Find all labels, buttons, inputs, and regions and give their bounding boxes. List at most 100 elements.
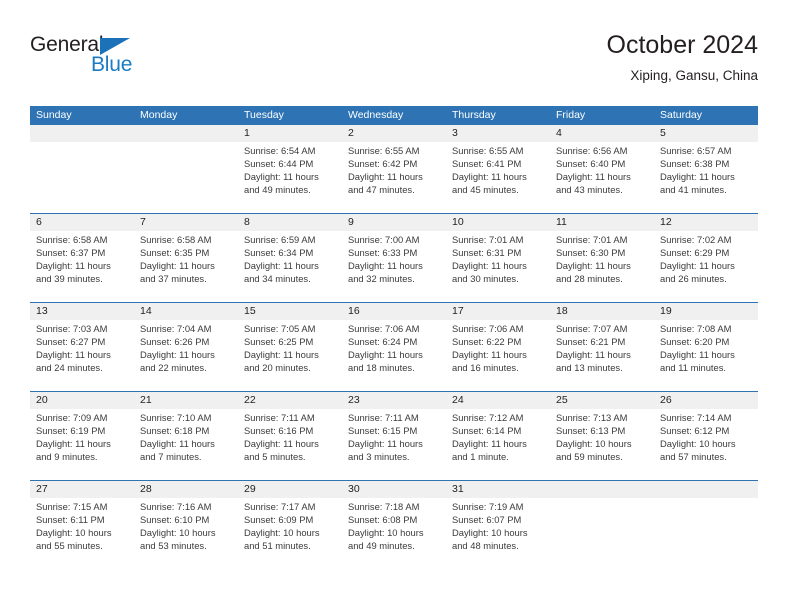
day-cell[interactable]: Sunrise: 7:04 AM Sunset: 6:26 PM Daylight:… xyxy=(134,320,238,391)
day-cell[interactable]: Sunrise: 7:09 AM Sunset: 6:19 PM Daylight:… xyxy=(30,409,134,480)
day-cell[interactable]: Sunrise: 6:54 AM Sunset: 6:44 PM Daylight:… xyxy=(238,142,342,213)
day-number[interactable]: 19 xyxy=(654,303,758,320)
day-number[interactable]: 21 xyxy=(134,392,238,409)
day-number[interactable]: 17 xyxy=(446,303,550,320)
day-detail-line: Sunset: 6:41 PM xyxy=(452,157,522,169)
day-number[interactable]: 31 xyxy=(446,481,550,498)
day-cell[interactable]: Sunrise: 7:07 AM Sunset: 6:21 PM Daylight:… xyxy=(550,320,654,391)
day-number[interactable]: 30 xyxy=(342,481,446,498)
day-number[interactable]: 29 xyxy=(238,481,342,498)
day-number[interactable]: 10 xyxy=(446,214,550,231)
day-detail-line: Sunset: 6:13 PM xyxy=(556,424,626,436)
page-title: October 2024 xyxy=(606,31,759,59)
day-number[interactable]: 18 xyxy=(550,303,654,320)
day-detail-row: Sunrise: 6:54 AM Sunset: 6:44 PM Daylight:… xyxy=(30,142,758,213)
day-number[interactable]: 5 xyxy=(654,125,758,142)
day-detail-line: Sunset: 6:21 PM xyxy=(556,335,626,347)
day-cell[interactable]: Sunrise: 7:15 AM Sunset: 6:11 PM Daylight:… xyxy=(30,498,134,569)
day-number[interactable]: 7 xyxy=(134,214,238,231)
day-number[interactable]: 6 xyxy=(30,214,134,231)
day-number[interactable]: 14 xyxy=(134,303,238,320)
day-detail-line: Sunrise: 7:03 AM xyxy=(36,323,108,334)
day-detail-line: and 39 minutes. xyxy=(36,272,103,284)
day-detail-line: and 32 minutes. xyxy=(348,272,415,284)
day-number[interactable]: 15 xyxy=(238,303,342,320)
general-blue-logo[interactable]: General Blue xyxy=(30,33,170,85)
day-number[interactable]: 22 xyxy=(238,392,342,409)
day-cell[interactable]: Sunrise: 6:57 AM Sunset: 6:38 PM Daylight:… xyxy=(654,142,758,213)
day-cell[interactable]: Sunrise: 7:02 AM Sunset: 6:29 PM Daylight:… xyxy=(654,231,758,302)
day-detail-line: Daylight: 11 hours xyxy=(452,348,527,360)
day-cell[interactable]: Sunrise: 7:19 AM Sunset: 6:07 PM Daylight:… xyxy=(446,498,550,569)
day-cell[interactable]: Sunrise: 7:16 AM Sunset: 6:10 PM Daylight:… xyxy=(134,498,238,569)
day-cell[interactable]: Sunrise: 7:06 AM Sunset: 6:24 PM Daylight:… xyxy=(342,320,446,391)
day-cell[interactable]: Sunrise: 6:58 AM Sunset: 6:37 PM Daylight:… xyxy=(30,231,134,302)
day-cell[interactable]: Sunrise: 7:17 AM Sunset: 6:09 PM Daylight:… xyxy=(238,498,342,569)
day-cell[interactable]: Sunrise: 7:13 AM Sunset: 6:13 PM Daylight:… xyxy=(550,409,654,480)
day-number[interactable]: 16 xyxy=(342,303,446,320)
day-detail-line: Sunset: 6:15 PM xyxy=(348,424,418,436)
day-cell[interactable]: Sunrise: 7:08 AM Sunset: 6:20 PM Daylight:… xyxy=(654,320,758,391)
day-cell[interactable]: Sunrise: 7:12 AM Sunset: 6:14 PM Daylight:… xyxy=(446,409,550,480)
day-detail-line: Sunrise: 7:17 AM xyxy=(244,501,316,512)
day-number[interactable]: 24 xyxy=(446,392,550,409)
day-detail-line: Sunrise: 6:55 AM xyxy=(348,145,420,156)
day-detail-line: Sunset: 6:37 PM xyxy=(36,246,106,258)
day-cell[interactable]: Sunrise: 7:01 AM Sunset: 6:30 PM Daylight:… xyxy=(550,231,654,302)
calendar-page: General Blue October 2024 Xiping, Gansu,… xyxy=(0,0,792,612)
day-detail-line: and 43 minutes. xyxy=(556,183,623,195)
day-detail-line: Daylight: 11 hours xyxy=(348,170,423,182)
day-detail-line: and 57 minutes. xyxy=(660,450,727,462)
calendar-week-row: 13 14 15 16 17 18 19 Sunrise: 7:03 AM Sunset: 6:… xyxy=(30,302,758,391)
day-number[interactable]: 23 xyxy=(342,392,446,409)
day-cell[interactable]: Sunrise: 7:05 AM Sunset: 6:25 PM Daylight:… xyxy=(238,320,342,391)
day-cell[interactable]: Sunrise: 6:55 AM Sunset: 6:41 PM Daylight:… xyxy=(446,142,550,213)
day-number[interactable]: 9 xyxy=(342,214,446,231)
day-cell[interactable]: Sunrise: 6:56 AM Sunset: 6:40 PM Daylight:… xyxy=(550,142,654,213)
day-detail-line: Sunrise: 7:13 AM xyxy=(556,412,628,423)
day-cell[interactable]: Sunrise: 7:14 AM Sunset: 6:12 PM Daylight:… xyxy=(654,409,758,480)
day-cell[interactable]: Sunrise: 6:59 AM Sunset: 6:34 PM Daylight:… xyxy=(238,231,342,302)
day-detail-line: Daylight: 11 hours xyxy=(244,348,319,360)
day-cell[interactable]: Sunrise: 6:58 AM Sunset: 6:35 PM Daylight:… xyxy=(134,231,238,302)
day-cell[interactable]: Sunrise: 7:03 AM Sunset: 6:27 PM Daylight:… xyxy=(30,320,134,391)
day-detail-line: Daylight: 11 hours xyxy=(556,170,631,182)
day-detail-line: Sunset: 6:42 PM xyxy=(348,157,418,169)
day-detail-line: and 37 minutes. xyxy=(140,272,207,284)
day-number[interactable]: 26 xyxy=(654,392,758,409)
day-cell[interactable]: Sunrise: 7:11 AM Sunset: 6:15 PM Daylight:… xyxy=(342,409,446,480)
day-detail-line: and 47 minutes. xyxy=(348,183,415,195)
day-number[interactable]: 3 xyxy=(446,125,550,142)
day-detail-line: and 22 minutes. xyxy=(140,361,207,373)
day-cell[interactable]: Sunrise: 6:55 AM Sunset: 6:42 PM Daylight:… xyxy=(342,142,446,213)
day-detail-line: and 59 minutes. xyxy=(556,450,623,462)
day-detail-line: Sunset: 6:20 PM xyxy=(660,335,730,347)
day-number[interactable]: 2 xyxy=(342,125,446,142)
day-number[interactable]: 1 xyxy=(238,125,342,142)
day-number[interactable]: 27 xyxy=(30,481,134,498)
day-cell[interactable]: Sunrise: 7:06 AM Sunset: 6:22 PM Daylight:… xyxy=(446,320,550,391)
day-detail-line: and 16 minutes. xyxy=(452,361,519,373)
day-number[interactable]: 25 xyxy=(550,392,654,409)
day-number[interactable]: 11 xyxy=(550,214,654,231)
day-cell[interactable]: Sunrise: 7:01 AM Sunset: 6:31 PM Daylight:… xyxy=(446,231,550,302)
day-number[interactable]: 12 xyxy=(654,214,758,231)
day-number[interactable]: 20 xyxy=(30,392,134,409)
day-cell[interactable]: Sunrise: 7:18 AM Sunset: 6:08 PM Daylight:… xyxy=(342,498,446,569)
day-cell[interactable]: Sunrise: 7:00 AM Sunset: 6:33 PM Daylight:… xyxy=(342,231,446,302)
day-detail-line: Sunset: 6:19 PM xyxy=(36,424,106,436)
page-subtitle: Xiping, Gansu, China xyxy=(630,68,758,83)
day-detail-line: and 30 minutes. xyxy=(452,272,519,284)
day-number[interactable]: 4 xyxy=(550,125,654,142)
day-detail-line: and 5 minutes. xyxy=(244,450,306,462)
day-number[interactable]: 8 xyxy=(238,214,342,231)
day-number[interactable]: 28 xyxy=(134,481,238,498)
day-cell[interactable]: Sunrise: 7:11 AM Sunset: 6:16 PM Daylight:… xyxy=(238,409,342,480)
day-detail-line: Sunrise: 6:58 AM xyxy=(140,234,212,245)
day-cell[interactable]: Sunrise: 7:10 AM Sunset: 6:18 PM Daylight:… xyxy=(134,409,238,480)
day-detail-line: Sunrise: 7:09 AM xyxy=(36,412,108,423)
day-detail-line: Daylight: 11 hours xyxy=(556,259,631,271)
day-number[interactable]: 13 xyxy=(30,303,134,320)
weekday-header-wednesday: Wednesday xyxy=(348,109,404,121)
day-detail-line: and 11 minutes. xyxy=(660,361,727,373)
